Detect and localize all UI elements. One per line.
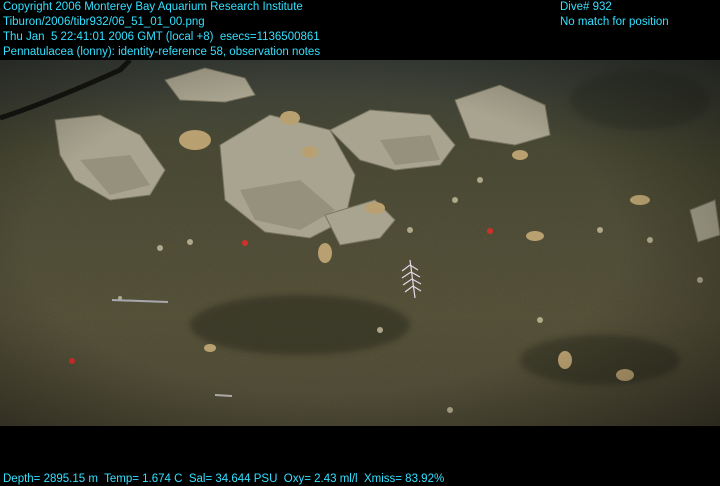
overlay-header-right: Dive# 932 No match for position xyxy=(560,0,669,30)
annotation-text: Pennatulacea (lonny): identity-reference… xyxy=(3,46,321,58)
position-status-text: No match for position xyxy=(560,16,669,28)
file-path-text: Tiburon/2006/tibr932/06_51_01_00.png xyxy=(3,16,205,28)
seafloor-image xyxy=(0,60,720,426)
timestamp-text: Thu Jan 5 22:41:01 2006 GMT (local +8) e… xyxy=(3,31,320,43)
copyright-text: Copyright 2006 Monterey Bay Aquarium Res… xyxy=(3,1,303,13)
dive-number-text: Dive# 932 xyxy=(560,1,612,13)
telemetry-text: Depth= 2895.15 m Temp= 1.674 C Sal= 34.6… xyxy=(3,473,445,485)
vignette xyxy=(0,60,720,426)
overlay-header-left: Copyright 2006 Monterey Bay Aquarium Res… xyxy=(3,0,320,60)
video-frame: Copyright 2006 Monterey Bay Aquarium Res… xyxy=(0,0,720,486)
